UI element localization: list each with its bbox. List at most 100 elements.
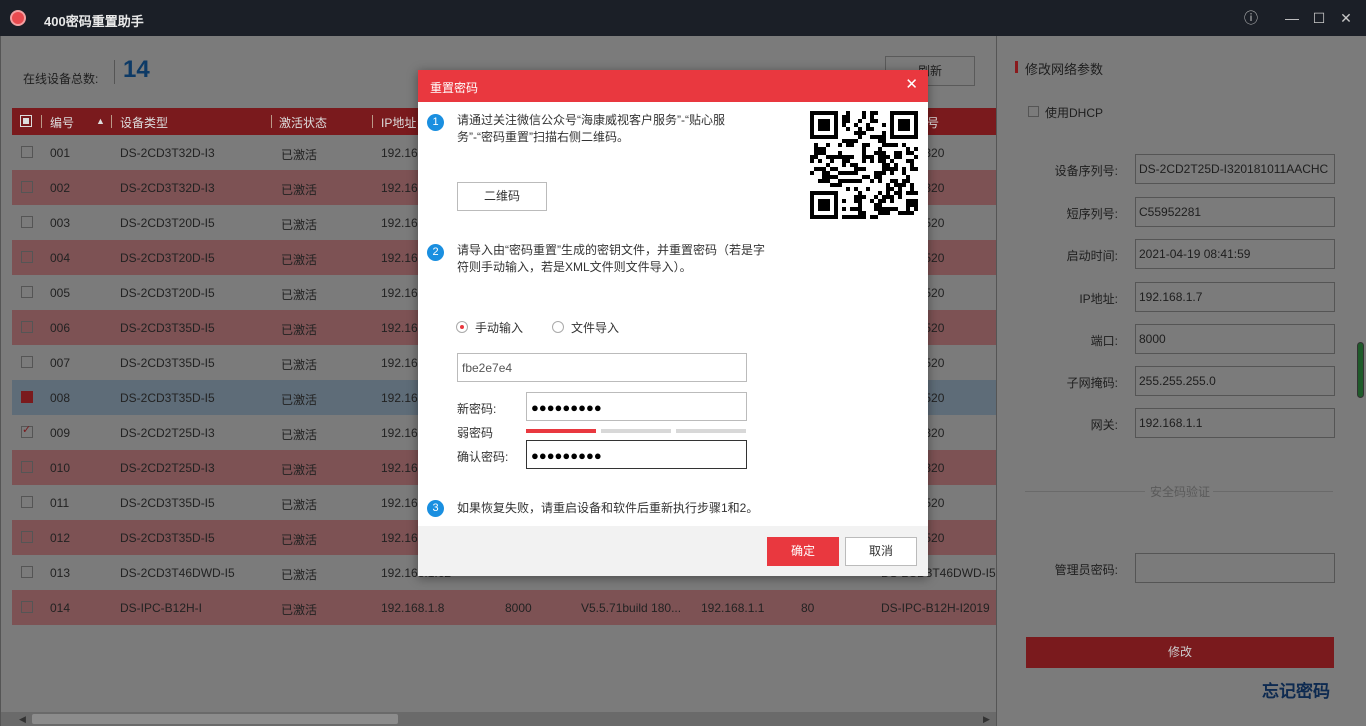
cell-status: 已激活 <box>281 393 318 407</box>
cell-ip: 192.16 <box>381 356 418 370</box>
forgot-password-link[interactable]: 忘记密码 <box>1262 677 1330 702</box>
subnet-mask-field[interactable]: 255.255.255.0 <box>1135 366 1335 396</box>
row-checkbox[interactable] <box>21 321 33 333</box>
row-checkbox[interactable] <box>21 181 33 193</box>
modify-button[interactable]: 修改 <box>1026 637 1334 668</box>
section-marker <box>1015 61 1018 73</box>
maximize-icon[interactable]: ☐ <box>1309 8 1329 28</box>
cell-type: DS-2CD3T20D-I5 <box>120 251 215 265</box>
cell-ip: 192.16 <box>381 216 418 230</box>
cell-status: 已激活 <box>281 253 318 267</box>
step-1-text: 请通过关注微信公众号“海康威视客户服务”-“贴心服 务”-“密码重置”扫描右侧二… <box>457 112 725 146</box>
cell-type: DS-2CD3T35D-I5 <box>120 496 215 510</box>
row-checkbox[interactable] <box>21 423 33 438</box>
cell-id: 001 <box>50 146 71 160</box>
gateway-field[interactable]: 192.168.1.1 <box>1135 408 1335 438</box>
table-row[interactable]: 014 DS-IPC-B12H-I 已激活 192.168.1.8 8000 V5.5.7… <box>12 590 997 625</box>
cell-id: 004 <box>50 251 71 265</box>
minimize-icon[interactable]: — <box>1282 8 1302 28</box>
cell-type: DS-2CD3T46DWD-I5 <box>120 566 235 580</box>
cell-id: 009 <box>50 426 71 440</box>
cell-status: 已激活 <box>281 358 318 372</box>
cell-id: 007 <box>50 356 71 370</box>
cell-id: 012 <box>50 531 71 545</box>
close-icon[interactable]: ✕ <box>1336 8 1356 28</box>
step-2-badge: 2 <box>427 244 444 261</box>
scrollbar-thumb[interactable] <box>32 714 398 724</box>
serial-number-field[interactable]: DS-2CD2T25D-I320181011AACHC <box>1135 154 1335 184</box>
port-field[interactable]: 8000 <box>1135 324 1335 354</box>
close-icon[interactable]: ✕ <box>905 77 918 93</box>
divider <box>114 60 115 84</box>
new-password-field[interactable]: ●●●●●●●●● <box>526 392 747 421</box>
cell-serial: DS-IPC-B12H-I2019 <box>881 601 990 615</box>
row-checkbox[interactable] <box>21 601 33 613</box>
select-all-checkbox[interactable] <box>20 115 32 127</box>
step-1-badge: 1 <box>427 114 444 131</box>
manual-input-label[interactable]: 手动输入 <box>475 319 523 336</box>
info-icon[interactable]: ⓘ <box>1241 8 1261 28</box>
confirm-password-field[interactable]: ●●●●●●●●● <box>526 440 747 469</box>
step-3-text: 如果恢复失败，请重启设备和软件后重新执行步骤1和2。 <box>457 501 759 515</box>
column-header-type[interactable]: 设备类型 <box>120 114 168 131</box>
start-time-field[interactable]: 2021-04-19 08:41:59 <box>1135 239 1335 269</box>
vertical-scrollbar[interactable] <box>1357 342 1364 398</box>
cell-ip: 192.168.1.8 <box>381 601 445 615</box>
cell-id: 010 <box>50 461 71 475</box>
row-checkbox[interactable] <box>21 356 33 368</box>
dhcp-checkbox[interactable] <box>1028 106 1039 117</box>
cell-type: DS-2CD3T20D-I5 <box>120 216 215 230</box>
manual-input-radio[interactable] <box>456 321 468 333</box>
step-3-badge: 3 <box>427 500 444 517</box>
admin-password-field[interactable] <box>1135 553 1335 583</box>
short-serial-field[interactable]: C55952281 <box>1135 197 1335 227</box>
step-2-text: 请导入由“密码重置”生成的密钥文件，并重置密码（若是字 符则手动输入，若是XML… <box>457 242 765 276</box>
new-password-label: 新密码: <box>457 402 497 416</box>
file-import-label[interactable]: 文件导入 <box>571 319 619 336</box>
step-2-line-2: 符则手动输入，若是XML文件则文件导入）。 <box>457 260 692 274</box>
dhcp-label: 使用DHCP <box>1045 106 1104 120</box>
cell-id: 013 <box>50 566 71 580</box>
cell-ip: 192.16 <box>381 496 418 510</box>
cell-port: 8000 <box>505 601 532 615</box>
cell-status: 已激活 <box>281 183 318 197</box>
row-checkbox[interactable] <box>21 531 33 543</box>
column-header-status[interactable]: 激活状态 <box>279 114 327 131</box>
scroll-right-icon[interactable]: ▶ <box>983 712 990 726</box>
horizontal-scrollbar[interactable]: ◀ ▶ <box>1 712 997 726</box>
sort-asc-icon[interactable]: ▲ <box>96 116 105 126</box>
row-checkbox[interactable] <box>21 391 33 403</box>
row-checkbox[interactable] <box>21 146 33 158</box>
network-params-panel: 修改网络参数 使用DHCP 设备序列号: DS-2CD2T25D-I320181… <box>996 36 1366 726</box>
key-input[interactable]: fbe2e7e4 <box>457 353 747 382</box>
scroll-left-icon[interactable]: ◀ <box>19 712 26 726</box>
cell-status: 已激活 <box>281 288 318 302</box>
cell-status: 已激活 <box>281 323 318 337</box>
ip-address-field[interactable]: 192.168.1.7 <box>1135 282 1335 312</box>
confirm-button[interactable]: 确定 <box>767 537 839 566</box>
row-checkbox[interactable] <box>21 461 33 473</box>
row-checkbox[interactable] <box>21 286 33 298</box>
qr-code-button[interactable]: 二维码 <box>457 182 547 211</box>
cell-id: 003 <box>50 216 71 230</box>
cell-ip: 192.16 <box>381 391 418 405</box>
cell-ip: 192.16 <box>381 251 418 265</box>
cancel-button[interactable]: 取消 <box>845 537 917 566</box>
row-checkbox[interactable] <box>21 566 33 578</box>
file-import-radio[interactable] <box>552 321 564 333</box>
device-count-label: 在线设备总数: <box>23 72 99 86</box>
column-header-serial[interactable]: 号 <box>927 114 939 131</box>
cell-type: DS-2CD3T35D-I5 <box>120 391 215 405</box>
step-1-line-1: 请通过关注微信公众号“海康威视客户服务”-“贴心服 <box>457 113 725 127</box>
column-header-ip[interactable]: IP地址 <box>381 114 416 131</box>
row-checkbox[interactable] <box>21 496 33 508</box>
column-header-id[interactable]: 编号 <box>50 114 74 131</box>
row-checkbox[interactable] <box>21 216 33 228</box>
title-bar: 400密码重置助手 ⓘ — ☐ ✕ <box>0 0 1366 36</box>
column-separator <box>372 115 373 128</box>
cell-type: DS-2CD2T25D-I3 <box>120 461 215 475</box>
row-checkbox[interactable] <box>21 251 33 263</box>
reset-password-dialog: 重置密码 ✕ 1 请通过关注微信公众号“海康威视客户服务”-“贴心服 务”-“密… <box>418 70 928 576</box>
cell-ip: 192.16 <box>381 321 418 335</box>
cell-status: 已激活 <box>281 533 318 547</box>
